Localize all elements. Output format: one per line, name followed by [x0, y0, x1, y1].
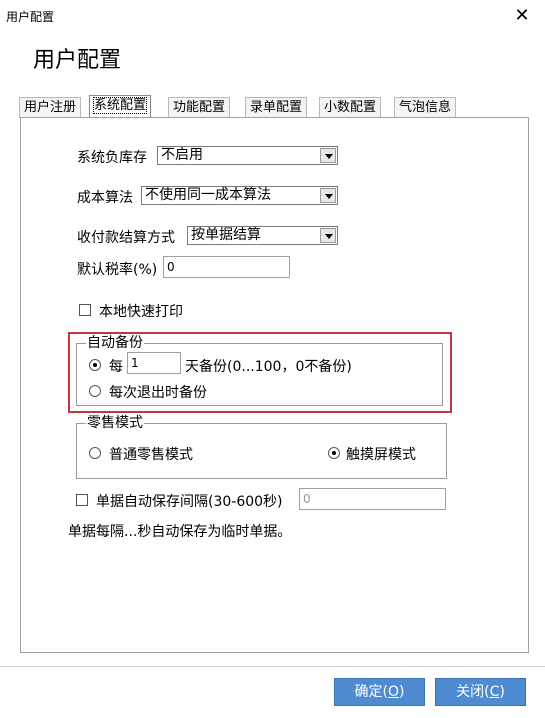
retail-touch-label: 触摸屏模式: [346, 447, 416, 463]
autosave-note: 单据每隔...秒自动保存为临时单据。: [68, 524, 292, 540]
autosave-interval-input[interactable]: 0: [299, 488, 446, 510]
chevron-down-icon[interactable]: [320, 148, 336, 163]
backup-on-exit-label: 每次退出时备份: [109, 385, 207, 401]
tax-rate-label: 默认税率(%): [77, 262, 158, 278]
retail-touch-radio[interactable]: [328, 447, 340, 459]
footer-divider: [0, 666, 545, 667]
tab-system-config[interactable]: 系统配置: [89, 95, 152, 118]
auto-backup-title: 自动备份: [86, 335, 144, 351]
cost-algorithm-label: 成本算法: [77, 190, 133, 206]
local-print-label: 本地快速打印: [99, 304, 183, 320]
chevron-down-icon[interactable]: [320, 228, 336, 243]
tax-rate-input[interactable]: 0: [163, 256, 290, 278]
tab-function-config[interactable]: 功能配置: [168, 97, 231, 118]
autosave-checkbox[interactable]: [76, 494, 88, 506]
ok-button[interactable]: 确定(O): [334, 678, 425, 706]
tab-bubble-info[interactable]: 气泡信息: [394, 97, 457, 118]
chevron-down-icon[interactable]: [320, 188, 336, 203]
tab-entry-config[interactable]: 录单配置: [245, 97, 308, 118]
negative-stock-label: 系统负库存: [77, 150, 147, 166]
cost-algorithm-select[interactable]: 不使用同一成本算法: [141, 186, 338, 205]
tab-decimal-config[interactable]: 小数配置: [319, 97, 382, 118]
close-button[interactable]: 关闭(C): [435, 678, 526, 706]
retail-normal-radio[interactable]: [89, 447, 101, 459]
retail-normal-label: 普通零售模式: [109, 447, 193, 463]
backup-every-prefix: 每: [109, 359, 123, 375]
page-title: 用户配置: [33, 48, 122, 73]
backup-on-exit-radio[interactable]: [89, 385, 101, 397]
window-title: 用户配置: [6, 10, 55, 24]
close-icon[interactable]: ✕: [499, 0, 545, 31]
tab-user-registration[interactable]: 用户注册: [19, 97, 82, 118]
local-print-checkbox[interactable]: [79, 304, 91, 316]
autosave-label: 单据自动保存间隔(30-600秒): [96, 494, 283, 510]
payment-method-select[interactable]: 按单据结算: [187, 226, 338, 245]
retail-mode-title: 零售模式: [86, 415, 144, 431]
negative-stock-select[interactable]: 不启用: [157, 146, 338, 165]
backup-every-suffix: 天备份(0...100，0不备份): [185, 359, 352, 375]
title-bar: 用户配置 ✕: [0, 0, 545, 31]
backup-every-radio[interactable]: [89, 359, 101, 371]
backup-days-input[interactable]: 1: [127, 352, 181, 374]
payment-method-label: 收付款结算方式: [77, 230, 175, 246]
